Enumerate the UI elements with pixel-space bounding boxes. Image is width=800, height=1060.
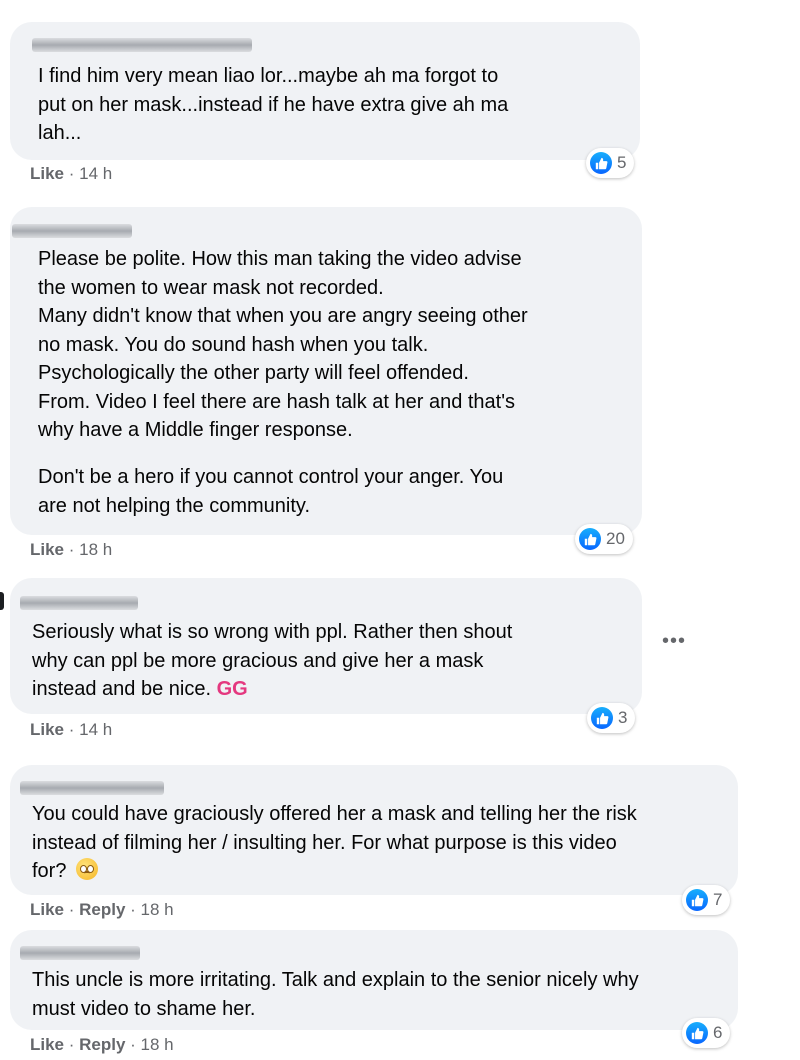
like-icon xyxy=(579,528,601,550)
author-name-redacted xyxy=(20,781,164,795)
comment-actions: Like · 14 h xyxy=(30,720,113,739)
timestamp[interactable]: 14 h xyxy=(79,164,112,183)
reply-link[interactable]: Reply xyxy=(79,1035,125,1054)
reaction-count[interactable]: 5 xyxy=(586,148,635,178)
comment-bubble: I find him very mean liao lor...maybe ah… xyxy=(10,22,640,160)
author-name-redacted xyxy=(20,596,138,610)
more-options-icon[interactable]: ••• xyxy=(662,631,686,651)
comment-text: You could have graciously offered her a … xyxy=(32,803,637,882)
comment-text: This uncle is more irritating. Talk and … xyxy=(32,969,639,1020)
comment-bubble: Please be polite. How this man taking th… xyxy=(10,207,642,535)
comment-actions: Like · Reply · 18 h xyxy=(30,1035,174,1054)
comment-actions: Like · 14 h xyxy=(30,164,113,183)
like-link[interactable]: Like xyxy=(30,164,64,183)
reaction-count[interactable]: 7 xyxy=(682,885,731,915)
comment-text-paragraph: Don't be a hero if you cannot control yo… xyxy=(38,466,504,517)
comment-actions: Like · Reply · 18 h xyxy=(30,900,174,919)
like-icon xyxy=(590,152,612,174)
comment-bubble: Seriously what is so wrong with ppl. Rat… xyxy=(10,578,642,714)
like-link[interactable]: Like xyxy=(30,720,64,739)
author-name-redacted xyxy=(32,38,252,52)
worried-face-emoji xyxy=(76,858,99,880)
timestamp[interactable]: 18 h xyxy=(79,540,112,559)
timestamp[interactable]: 18 h xyxy=(141,900,174,919)
reaction-count[interactable]: 20 xyxy=(575,524,633,554)
timestamp[interactable]: 14 h xyxy=(79,720,112,739)
author-name-redacted xyxy=(20,946,140,960)
timestamp[interactable]: 18 h xyxy=(141,1035,174,1054)
like-link[interactable]: Like xyxy=(30,1035,64,1054)
like-icon xyxy=(686,889,708,911)
author-name-redacted xyxy=(12,224,132,238)
avatar[interactable] xyxy=(0,592,4,610)
like-link[interactable]: Like xyxy=(30,540,64,559)
comment-text: I find him very mean liao lor...maybe ah… xyxy=(38,65,509,144)
like-icon xyxy=(591,707,613,729)
comment-actions: Like · 18 h xyxy=(30,540,113,559)
comment-text: Please be polite. How this man taking th… xyxy=(38,248,528,441)
like-icon xyxy=(686,1022,708,1044)
like-link[interactable]: Like xyxy=(30,900,64,919)
comment-bubble: This uncle is more irritating. Talk and … xyxy=(10,930,738,1030)
reaction-count[interactable]: 6 xyxy=(682,1018,731,1048)
mention-tag[interactable]: GG xyxy=(217,678,248,700)
comment-text: Seriously what is so wrong with ppl. Rat… xyxy=(32,621,513,700)
reply-link[interactable]: Reply xyxy=(79,900,125,919)
comment-bubble: You could have graciously offered her a … xyxy=(10,765,738,895)
reaction-count[interactable]: 3 xyxy=(587,703,636,733)
